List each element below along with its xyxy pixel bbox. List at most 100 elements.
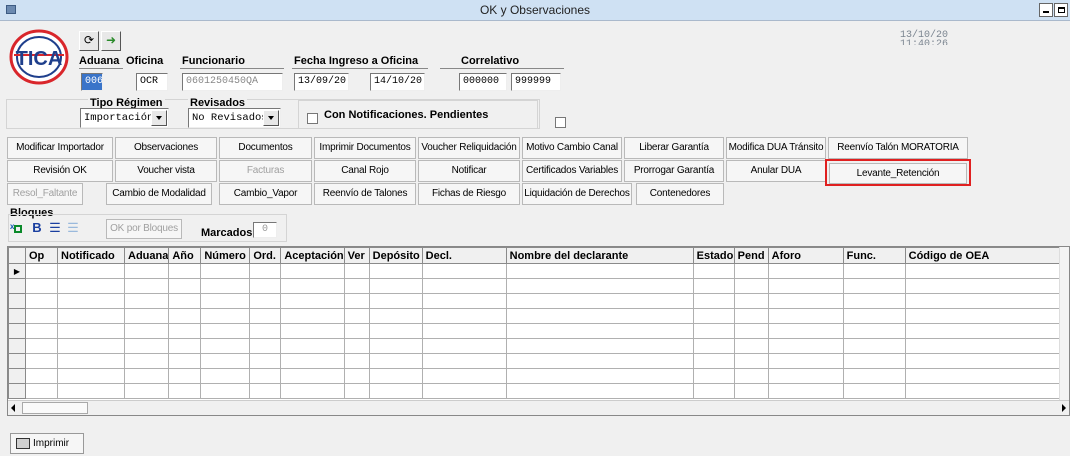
grid-cell[interactable]: [733, 263, 769, 279]
grid-cell[interactable]: [767, 383, 844, 399]
grid-cell[interactable]: [123, 293, 170, 309]
table-row[interactable]: [8, 383, 1061, 399]
scroll-left-icon[interactable]: [11, 404, 15, 412]
grid-cell[interactable]: [280, 338, 345, 354]
grid-cell[interactable]: [280, 263, 345, 279]
grid-cell[interactable]: [421, 323, 507, 339]
grid-cell[interactable]: [249, 323, 282, 339]
grid-cell[interactable]: [200, 383, 251, 399]
grid-cell[interactable]: [57, 263, 125, 279]
print-button[interactable]: Imprimir: [10, 433, 84, 454]
grid-cell[interactable]: [249, 368, 282, 384]
btn-reenvio-talones[interactable]: Reenvío de Talones: [314, 183, 416, 205]
table-row[interactable]: [8, 368, 1061, 384]
row-header[interactable]: [8, 368, 26, 384]
table-row[interactable]: [8, 308, 1061, 324]
select-all-icon[interactable]: ˣ: [10, 221, 26, 237]
grid-cell[interactable]: [25, 323, 58, 339]
table-row[interactable]: [8, 338, 1061, 354]
grid-cell[interactable]: [692, 278, 735, 294]
grid-cell[interactable]: [904, 263, 1061, 279]
grid-cell[interactable]: [168, 338, 202, 354]
grid-cell[interactable]: [692, 263, 735, 279]
grid-cell[interactable]: [200, 278, 251, 294]
grid-cell[interactable]: [904, 308, 1061, 324]
grid-cell[interactable]: [123, 353, 170, 369]
grid-cell[interactable]: [904, 383, 1061, 399]
grid-cell[interactable]: [733, 323, 769, 339]
row-header[interactable]: [8, 308, 26, 324]
notificaciones-checkbox[interactable]: [307, 113, 318, 124]
grid-cell[interactable]: [280, 353, 345, 369]
grid-cell[interactable]: [421, 353, 507, 369]
btn-notificar[interactable]: Notificar: [418, 160, 520, 182]
grid-cell[interactable]: [692, 368, 735, 384]
grid-cell[interactable]: [57, 353, 125, 369]
grid-cell[interactable]: [168, 353, 202, 369]
grid-cell[interactable]: [692, 308, 735, 324]
bold-icon[interactable]: B: [29, 220, 45, 236]
grid-cell[interactable]: [505, 293, 694, 309]
grid-cell[interactable]: [57, 278, 125, 294]
grid-cell[interactable]: [842, 353, 906, 369]
grid-cell[interactable]: [421, 338, 507, 354]
row-header[interactable]: [8, 383, 26, 399]
grid-cell[interactable]: [368, 368, 423, 384]
grid-cell[interactable]: [57, 293, 125, 309]
btn-cambio-vapor[interactable]: Cambio_Vapor: [219, 183, 312, 205]
grid-cell[interactable]: [368, 293, 423, 309]
col-header[interactable]: Aduana: [123, 247, 170, 264]
grid-cell[interactable]: [692, 293, 735, 309]
grid-cell[interactable]: [767, 368, 844, 384]
grid-cell[interactable]: [767, 338, 844, 354]
grid-cell[interactable]: [421, 368, 507, 384]
correlativo-desde-field[interactable]: 000000: [459, 73, 507, 91]
grid-cell[interactable]: [25, 308, 58, 324]
grid-cell[interactable]: [280, 293, 345, 309]
grid-cell[interactable]: [343, 308, 370, 324]
grid-cell[interactable]: [280, 278, 345, 294]
grid-cell[interactable]: [249, 293, 282, 309]
grid-cell[interactable]: [767, 293, 844, 309]
btn-reenvio-talon-moratoria[interactable]: Reenvío Talón MORATORIA: [828, 137, 968, 159]
grid-cell[interactable]: [123, 338, 170, 354]
grid-cell[interactable]: [767, 263, 844, 279]
grid-cell[interactable]: [168, 308, 202, 324]
maximize-button[interactable]: [1054, 3, 1068, 17]
grid-cell[interactable]: [280, 323, 345, 339]
grid-cell[interactable]: [123, 323, 170, 339]
grid-cell[interactable]: [123, 263, 170, 279]
col-header[interactable]: Estado: [692, 247, 735, 264]
grid-cell[interactable]: [904, 323, 1061, 339]
btn-facturas[interactable]: Facturas: [219, 160, 312, 182]
btn-observaciones[interactable]: Observaciones: [115, 137, 217, 159]
grid-cell[interactable]: [57, 308, 125, 324]
grid-cell[interactable]: [280, 308, 345, 324]
grid-cell[interactable]: [505, 323, 694, 339]
btn-contenedores[interactable]: Contenedores: [636, 183, 724, 205]
grid-cell[interactable]: [842, 383, 906, 399]
grid-cell[interactable]: [57, 323, 125, 339]
grid-cell[interactable]: [733, 308, 769, 324]
grid-cell[interactable]: [505, 308, 694, 324]
grid-cell[interactable]: [368, 353, 423, 369]
table-row[interactable]: ▶: [8, 263, 1061, 279]
scroll-right-icon[interactable]: [1062, 404, 1066, 412]
grid-cell[interactable]: [505, 278, 694, 294]
grid-cell[interactable]: [168, 263, 202, 279]
col-header[interactable]: Nombre del declarante: [505, 247, 694, 264]
btn-prorrogar-garantia[interactable]: Prorrogar Garantía: [624, 160, 724, 182]
grid-cell[interactable]: [200, 353, 251, 369]
grid-cell[interactable]: [249, 383, 282, 399]
grid-cell[interactable]: [904, 368, 1061, 384]
grid-cell[interactable]: [168, 278, 202, 294]
table-row[interactable]: [8, 293, 1061, 309]
vertical-scrollbar[interactable]: [1059, 247, 1069, 400]
grid-cell[interactable]: [343, 383, 370, 399]
correlativo-hasta-field[interactable]: 999999: [511, 73, 561, 91]
grid-cell[interactable]: [368, 308, 423, 324]
extra-checkbox[interactable]: [555, 117, 566, 128]
btn-resol-faltante[interactable]: Resol_Faltante: [7, 183, 83, 205]
horizontal-scrollbar[interactable]: [8, 400, 1069, 415]
btn-revision-ok[interactable]: Revisión OK: [7, 160, 113, 182]
